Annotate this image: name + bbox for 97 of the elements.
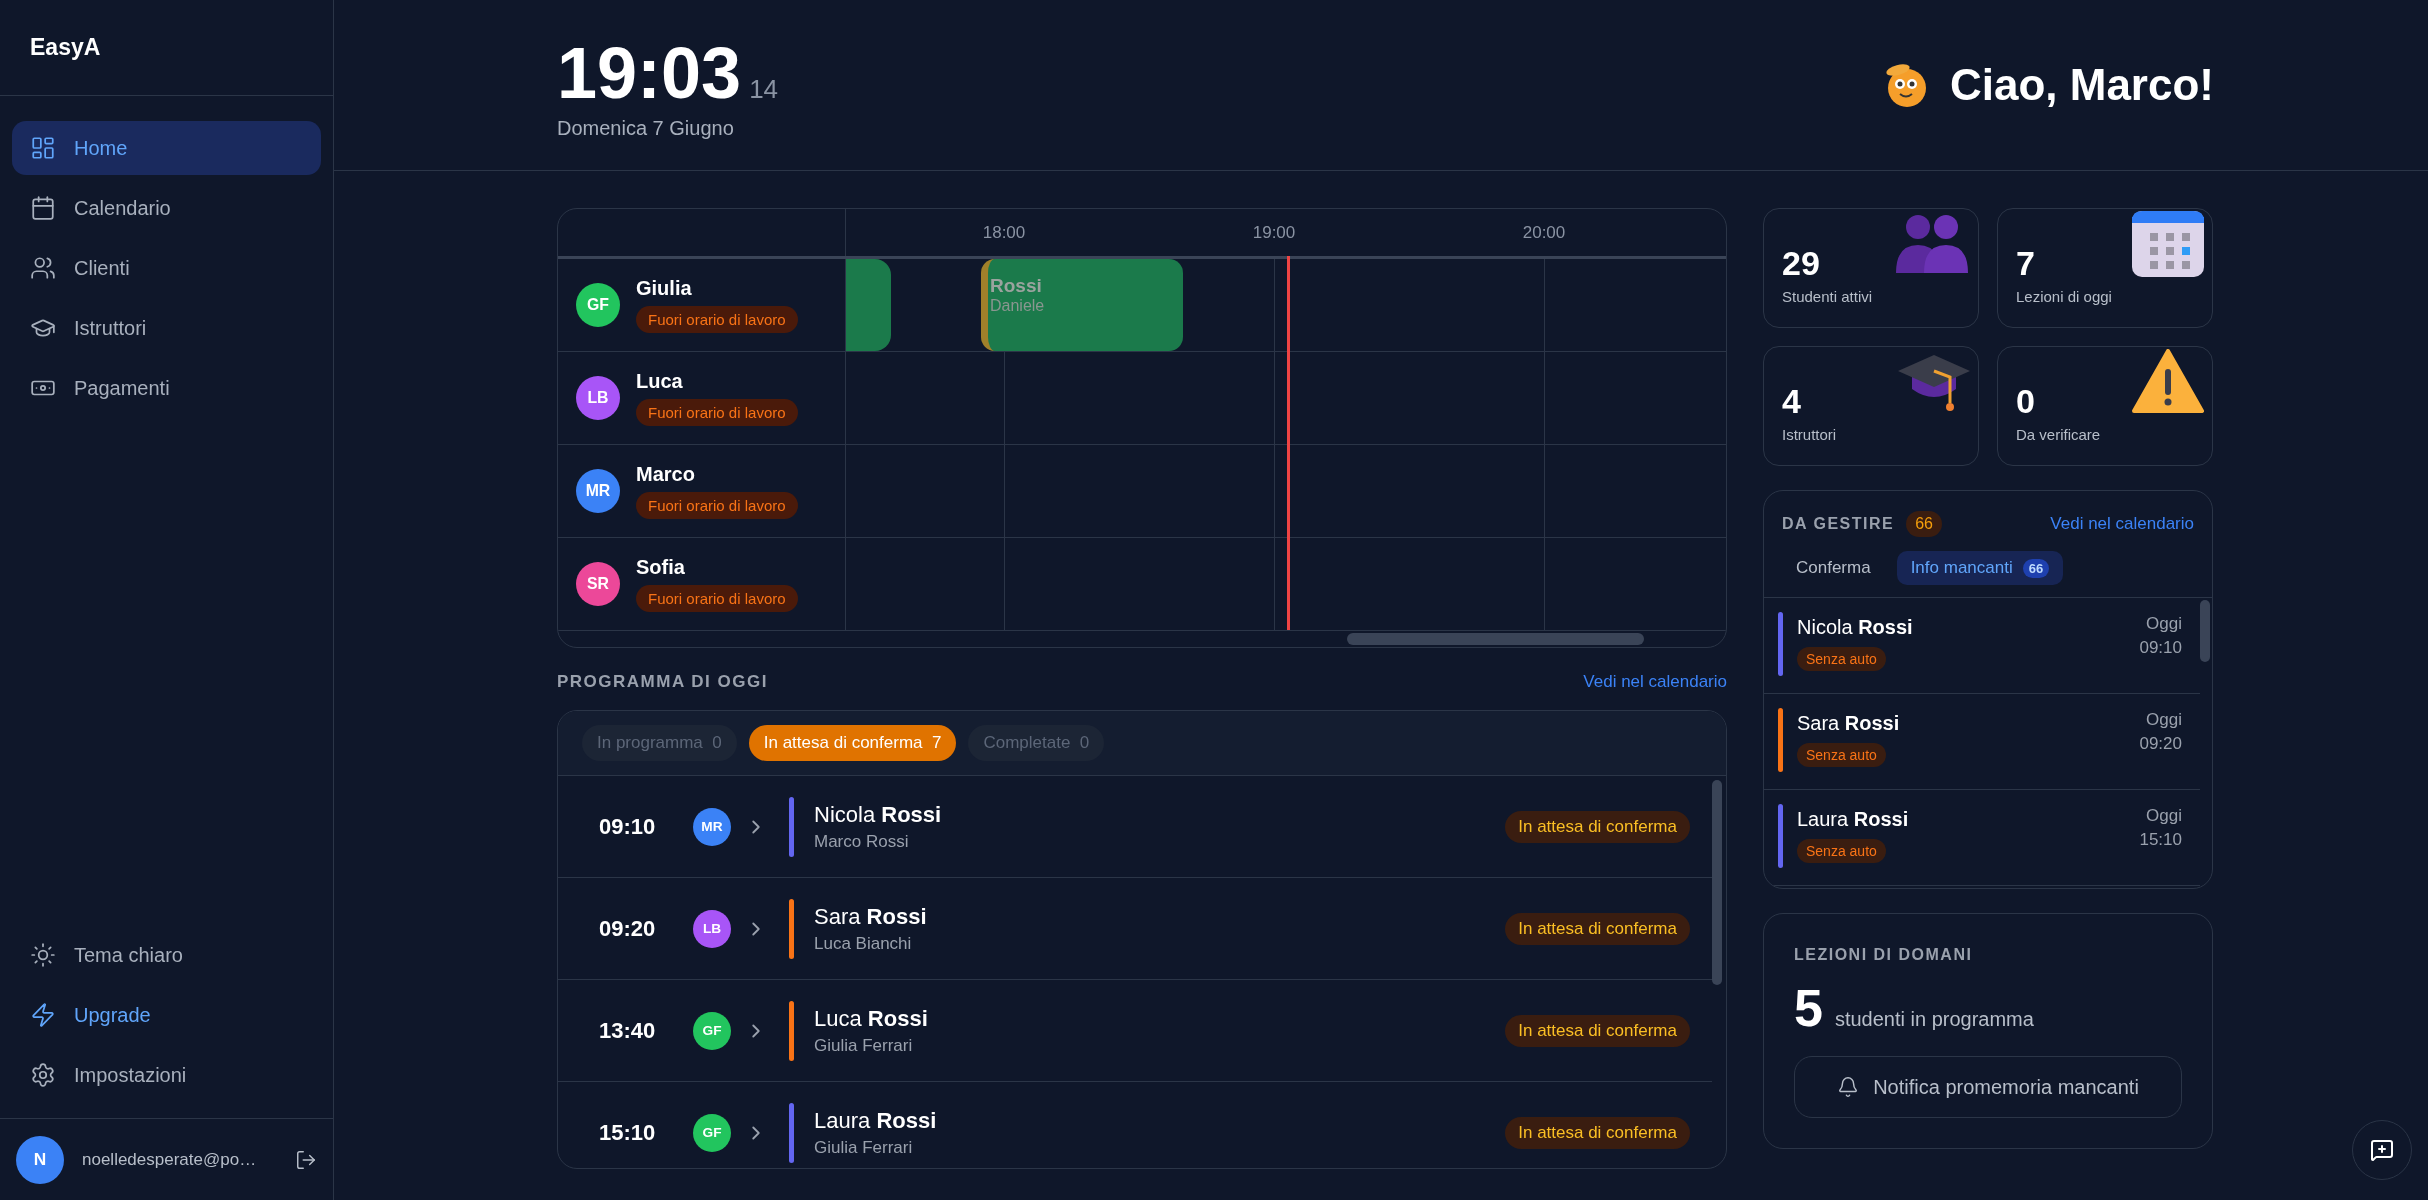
student-name: Sara Rossi [1797,712,1901,735]
lesson-day: Oggi [2139,708,2182,732]
instructor-name: Luca Bianchi [814,933,913,954]
stat-label: Studenti attivi [1782,288,1874,306]
event-block[interactable] [846,259,891,351]
instructor-avatar: MR [576,469,620,513]
status-badge: In attesa di conferma [1505,912,1690,945]
user-email: noelledesperate@po… [82,1149,258,1170]
student-name: Luca Rossi [814,1005,929,1032]
stat-label: Da verificare [2016,426,2102,444]
count-badge: 66 [1906,511,1942,537]
instructor-avatar: GF [693,1011,731,1050]
scrollbar-thumb[interactable] [1347,633,1644,645]
status-badge: Fuori orario di lavoro [636,306,798,333]
tomorrow-count: 5 [1794,982,1823,1034]
count-badge: 66 [2022,558,2050,578]
users-icon [30,255,56,281]
logout-button[interactable] [295,1148,317,1171]
lesson-time: 09:20 [2139,732,2182,755]
instructor-avatar: LB [693,909,731,948]
stat-value: 7 [2016,245,2036,283]
student-name: Nicola Rossi [814,801,943,828]
section-title: DA GESTIRE [1782,515,1895,533]
stat-value: 4 [1782,383,1802,421]
lesson-time: 15:10 [2139,828,2182,851]
tab[interactable]: Conferma [1782,551,1885,585]
nav-item[interactable]: Tema chiaro [12,928,321,982]
student-name: Laura Rossi [1797,808,1910,831]
section-title: PROGRAMMA DI OGGI [557,672,768,692]
instructor-name: Luca [636,370,684,393]
hour-label: 20:00 [1522,223,1566,243]
instructor-name: Sofia [636,556,686,579]
calendar-icon [2132,211,2204,277]
reminder-button[interactable]: Notifica promemoria mancanti [1794,1056,2182,1118]
clock-time: 19:03 [557,36,742,109]
instructor-avatar: MR [693,807,731,846]
nav-item[interactable]: Upgrade [12,988,321,1042]
instructor-name: Giulia Ferrari [814,1137,914,1158]
instructor-avatar: GF [576,283,620,327]
nav-item[interactable]: Impostazioni [12,1048,321,1102]
nav-item[interactable]: Clienti [12,241,321,295]
nav-item[interactable]: Pagamenti [12,361,321,415]
warning-icon [2132,349,2204,415]
lesson-time: 09:10 [599,813,657,840]
stat-value: 29 [1782,245,1821,283]
scrollbar-thumb[interactable] [1712,780,1722,985]
section-title: LEZIONI DI DOMANI [1794,946,1974,964]
stat-label: Lezioni di oggi [2016,288,2113,306]
instructor-name: Marco [636,463,696,486]
tag: Senza auto [1797,839,1886,863]
status-badge: Fuori orario di lavoro [636,585,798,612]
hour-label: 19:00 [1252,223,1296,243]
instructor-avatar: LB [576,376,620,420]
status-badge: In attesa di conferma [1505,810,1690,843]
calendar-icon [30,195,56,221]
instructor-name: Marco Rossi [814,831,910,852]
clock-seconds: 14 [749,73,779,105]
user-avatar[interactable]: N [16,1135,64,1184]
nav-item[interactable]: Home [12,121,321,175]
lightning-icon [30,1002,56,1028]
lesson-day: Oggi [2139,612,2182,636]
sun-icon [30,942,56,968]
nav-item[interactable]: Istruttori [12,301,321,355]
app-logo: EasyA [0,0,333,96]
status-badge: In attesa di conferma [1505,1116,1690,1149]
lesson-time: 15:10 [599,1119,657,1146]
lesson-time: 09:10 [2139,636,2182,659]
lesson-time: 09:20 [599,915,657,942]
date-text: Domenica 7 Giugno [557,116,735,140]
instructor-name: Giulia Ferrari [814,1035,914,1056]
message-plus-icon [2370,1138,2394,1162]
scrollbar-thumb[interactable] [2200,600,2210,662]
calendar-link[interactable]: Vedi nel calendario [1583,672,1727,692]
tag: Senza auto [1797,743,1886,767]
status-badge: Fuori orario di lavoro [636,399,798,426]
student-name: Nicola Rossi [1797,616,1914,639]
instructor-name: Giulia [636,277,693,300]
tomorrow-label: studenti in programma [1834,1008,2034,1031]
instructor-avatar: GF [693,1113,731,1152]
settings-icon [30,1062,56,1088]
stat-value: 0 [2016,383,2036,421]
tag: Senza auto [1797,647,1886,671]
student-name: Sara Rossi [814,903,928,930]
status-badge: Fuori orario di lavoro [636,492,798,519]
bell-icon [1837,1076,1860,1098]
lesson-day: Oggi [2139,804,2182,828]
tab[interactable]: Info mancanti 66 [1896,551,2064,585]
hour-label: 18:00 [982,223,1026,243]
greeting: Ciao, Marco! [1949,60,2214,110]
status-badge: In attesa di conferma [1505,1014,1690,1047]
nav-item[interactable]: Calendario [12,181,321,235]
lesson-time: 13:40 [599,1017,657,1044]
student-name: Laura Rossi [814,1107,938,1134]
calendar-link[interactable]: Vedi nel calendario [2050,514,2194,534]
stat-label: Istruttori [1782,426,1838,444]
dashboard-icon [30,135,56,161]
instructor-avatar: SR [576,562,620,606]
